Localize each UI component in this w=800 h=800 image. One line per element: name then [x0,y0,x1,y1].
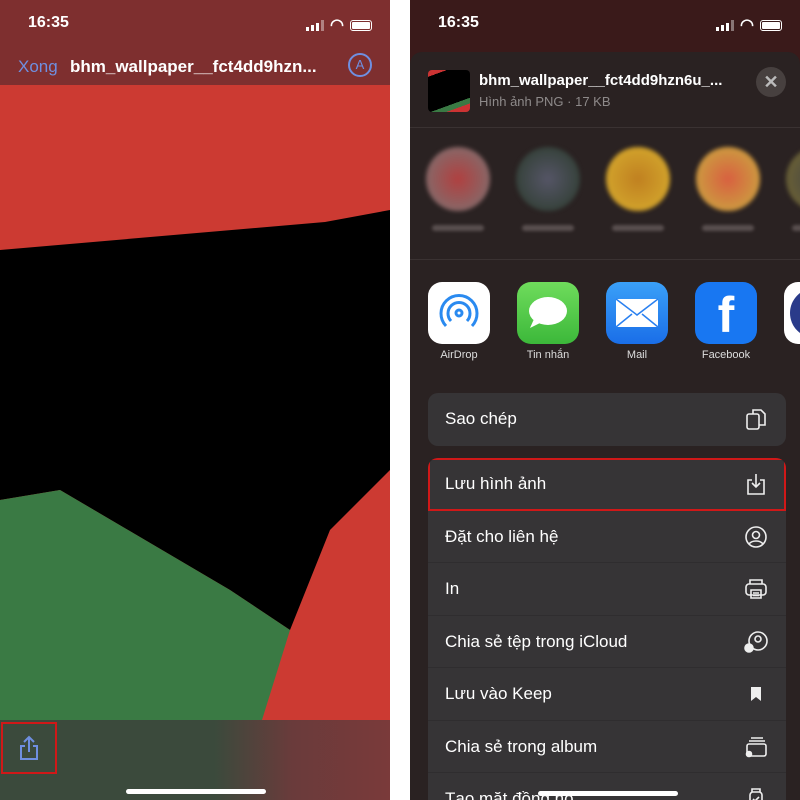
status-bar: 16:35 ◠ [0,0,390,44]
action-icloud-share[interactable]: Chia sẻ tệp trong iCloud [428,616,786,668]
file-thumbnail [428,70,470,112]
action-copy[interactable]: Sao chép [428,393,786,446]
airdrop-icon [428,282,490,344]
share-icon [20,735,38,760]
wifi-icon: ◠ [330,17,344,34]
signal-icon [306,19,325,31]
share-button[interactable] [1,722,57,774]
contacts-row [426,147,800,247]
share-sheet-screen: 16:35 ◠ bhm_wallpaper__fct4dd9hzn6u_... … [410,0,800,800]
shared-album-icon [745,736,767,757]
file-header: bhm_wallpaper__fct4dd9hzn6u_... Hình ảnh… [428,67,800,112]
action-assign-contact[interactable]: Đặt cho liên hệ [428,511,786,563]
app-messages[interactable]: Tin nhắn [517,282,579,361]
bottom-toolbar [0,720,390,800]
file-meta: Hình ảnh PNG · 17 KB [479,94,611,109]
battery-icon [760,19,782,31]
apps-row: AirDrop Tin nhắn Mail fFacebook N [428,282,800,361]
markup-pen-icon[interactable]: A [348,53,372,77]
copy-group: Sao chép [428,393,786,446]
status-time: 16:35 [438,14,479,31]
action-save-to-keep[interactable]: Lưu vào Keep [428,668,786,721]
messages-icon [517,282,579,344]
home-indicator [538,791,678,796]
contact-suggestion[interactable] [786,147,800,247]
done-button[interactable]: Xong [18,57,58,77]
watch-icon [749,788,763,800]
share-sheet: bhm_wallpaper__fct4dd9hzn6u_... Hình ảnh… [410,52,800,800]
actions-group: Lưu hình ảnh Đặt cho liên hệ In Chia sẻ … [428,458,786,800]
app-airdrop[interactable]: AirDrop [428,282,490,361]
close-button[interactable]: ✕ [756,67,786,97]
action-save-image[interactable]: Lưu hình ảnh [428,458,786,511]
contact-icon [745,525,767,548]
app-icon [784,282,800,344]
file-preview-screen: 16:35 ◠ Xong bhm_wallpaper__fct4dd9hzn..… [0,0,390,800]
wallpaper-image [0,85,390,720]
facebook-icon: f [695,282,757,344]
printer-icon [745,579,767,599]
icloud-share-icon [744,630,768,653]
action-print[interactable]: In [428,563,786,616]
status-time: 16:35 [28,14,69,31]
app-more[interactable]: N [784,282,800,361]
nav-bar: Xong bhm_wallpaper__fct4dd9hzn... A [0,52,390,82]
battery-icon [350,19,372,31]
contact-suggestion[interactable] [696,147,760,247]
mail-icon [606,282,668,344]
copy-icon [746,409,766,430]
file-name: bhm_wallpaper__fct4dd9hzn6u_... [479,72,723,89]
save-image-icon [747,474,765,495]
contact-suggestion[interactable] [516,147,580,247]
close-icon: ✕ [763,72,779,92]
contact-suggestion[interactable] [606,147,670,247]
status-bar: 16:35 ◠ [410,0,800,44]
wifi-icon: ◠ [740,17,754,34]
home-indicator [126,789,266,794]
contact-suggestion[interactable] [426,147,490,247]
app-facebook[interactable]: f Facebook [695,282,757,361]
action-shared-album[interactable]: Chia sẻ trong album [428,721,786,773]
signal-icon [716,19,735,31]
file-title: bhm_wallpaper__fct4dd9hzn... [70,57,317,76]
app-mail[interactable]: Mail [606,282,668,361]
bookmark-icon [751,687,761,701]
